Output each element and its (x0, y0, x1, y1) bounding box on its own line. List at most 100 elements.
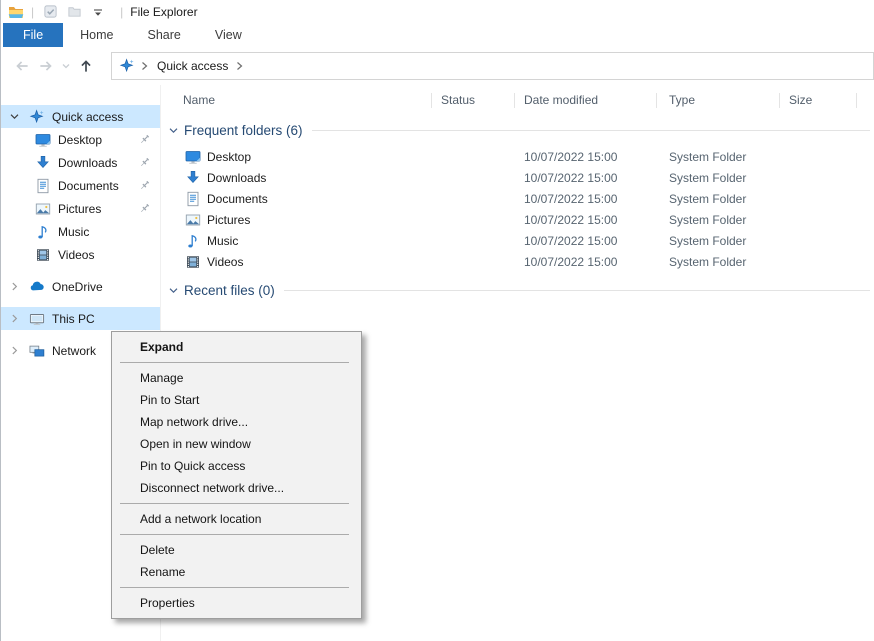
file-size-cell (780, 167, 857, 188)
breadcrumb-segment-quick-access[interactable]: Quick access (155, 59, 230, 73)
column-header-status[interactable]: Status (432, 93, 515, 108)
file-row-downloads[interactable]: Downloads 10/07/2022 15:00System Folder (161, 167, 874, 188)
file-size-cell (780, 209, 857, 230)
menu-separator (120, 534, 349, 535)
menu-separator (120, 362, 349, 363)
context-menu: Expand ManagePin to StartMap network driv… (111, 331, 362, 619)
menu-item-properties[interactable]: Properties (112, 592, 361, 614)
file-size-cell (780, 188, 857, 209)
menu-item-rename[interactable]: Rename (112, 561, 361, 583)
menu-item-pin-to-start[interactable]: Pin to Start (112, 389, 361, 411)
file-type-cell: System Folder (657, 209, 780, 230)
videos-icon (185, 254, 201, 270)
menu-item-delete[interactable]: Delete (112, 539, 361, 561)
file-date-modified-cell: 10/07/2022 15:00 (515, 146, 657, 167)
address-bar[interactable]: Quick access (111, 52, 874, 80)
file-row-videos[interactable]: Videos10/07/2022 15:00System Folder (161, 251, 874, 272)
sidebar-item-label: Network (52, 344, 96, 358)
group-header-label[interactable]: Frequent folders (6) (184, 123, 303, 138)
group-header-label[interactable]: Recent files (0) (184, 283, 275, 298)
chevron-right-icon[interactable] (9, 281, 21, 292)
menu-item-manage[interactable]: Manage (112, 367, 361, 389)
file-date-modified-cell: 10/07/2022 15:00 (515, 230, 657, 251)
menu-item-open-in-new-window[interactable]: Open in new window (112, 433, 361, 455)
file-size-cell (780, 146, 857, 167)
column-header-date-modified[interactable]: Date modified (515, 93, 657, 108)
group-header-rule (284, 290, 870, 291)
group-header-recent-files[interactable]: Recent files (0) (161, 280, 874, 300)
column-header-name[interactable]: Name (161, 93, 432, 108)
documents-icon (35, 178, 51, 194)
file-type-cell: System Folder (657, 167, 780, 188)
file-name-label: Music (207, 234, 238, 248)
file-row-pictures[interactable]: Pictures10/07/2022 15:00System Folder (161, 209, 874, 230)
network-icon (29, 343, 45, 359)
chevron-down-icon[interactable] (9, 111, 21, 122)
file-name-label: Downloads (207, 171, 266, 185)
file-name-label: Documents (207, 192, 268, 206)
new-folder-icon[interactable] (65, 3, 83, 21)
file-type-cell: System Folder (657, 230, 780, 251)
file-date-modified-cell: 10/07/2022 15:00 (515, 167, 657, 188)
music-icon (35, 224, 51, 240)
sidebar-item-downloads[interactable]: Downloads (1, 151, 160, 174)
qat-dropdown-icon[interactable] (89, 3, 107, 21)
chevron-down-icon[interactable] (168, 285, 180, 296)
chevron-right-icon[interactable] (9, 313, 21, 324)
sidebar-item-videos[interactable]: Videos (1, 243, 160, 266)
file-row-desktop[interactable]: Desktop10/07/2022 15:00System Folder (161, 146, 874, 167)
file-row-documents[interactable]: Documents 10/07/2022 15:00System Folder (161, 188, 874, 209)
file-status-cell (432, 146, 515, 167)
sidebar-item-label: OneDrive (52, 280, 103, 294)
group-header-rule (312, 130, 870, 131)
file-type-cell: System Folder (657, 188, 780, 209)
file-size-cell (780, 251, 857, 272)
tab-view[interactable]: View (198, 23, 259, 47)
sidebar-item-onedrive[interactable]: OneDrive (1, 275, 160, 298)
sidebar-item-label: Downloads (58, 156, 117, 170)
chevron-down-icon[interactable] (168, 125, 180, 136)
tab-file[interactable]: File (3, 23, 63, 47)
tab-home[interactable]: Home (63, 23, 130, 47)
column-header-type[interactable]: Type (657, 93, 780, 108)
column-headers: NameStatusDate modifiedTypeSize (161, 85, 874, 115)
menu-item-disconnect-network-drive[interactable]: Disconnect network drive... (112, 477, 361, 499)
column-header-size[interactable]: Size (780, 93, 857, 108)
file-rows: Desktop10/07/2022 15:00System FolderDown… (161, 146, 874, 272)
file-type-cell: System Folder (657, 146, 780, 167)
sidebar-item-this-pc[interactable]: This PC (1, 307, 160, 330)
sidebar-item-quick-access[interactable]: Quick access (1, 105, 160, 128)
menu-item-expand[interactable]: Expand (112, 336, 361, 358)
chevron-right-icon[interactable] (9, 345, 21, 356)
properties-check-icon[interactable] (41, 3, 59, 21)
up-icon[interactable] (75, 55, 97, 77)
pictures-icon (35, 201, 51, 217)
menu-item-map-network-drive[interactable]: Map network drive... (112, 411, 361, 433)
file-status-cell (432, 188, 515, 209)
menu-item-pin-to-quick-access[interactable]: Pin to Quick access (112, 455, 361, 477)
file-date-modified-cell: 10/07/2022 15:00 (515, 188, 657, 209)
sidebar-item-desktop[interactable]: Desktop (1, 128, 160, 151)
window-title: File Explorer (130, 5, 197, 19)
sidebar-item-label: Pictures (58, 202, 101, 216)
file-name-cell: Music (161, 230, 432, 251)
navigation-bar: Quick access (1, 47, 874, 85)
sidebar-item-music[interactable]: Music (1, 220, 160, 243)
tab-share[interactable]: Share (131, 23, 198, 47)
downloads-icon (35, 155, 51, 171)
menu-item-add-a-network-location[interactable]: Add a network location (112, 508, 361, 530)
quick-access-star-icon (29, 109, 45, 125)
file-row-music[interactable]: Music 10/07/2022 15:00System Folder (161, 230, 874, 251)
videos-icon (35, 247, 51, 263)
pin-icon (138, 179, 151, 192)
desktop-icon (185, 149, 201, 165)
this-pc-icon (29, 311, 45, 327)
sidebar-item-documents[interactable]: Documents (1, 174, 160, 197)
breadcrumb-chevron-icon[interactable] (235, 61, 245, 71)
breadcrumb-chevron-icon[interactable] (140, 61, 150, 71)
titlebar-divider: | (31, 5, 34, 19)
file-size-cell (780, 230, 857, 251)
group-header-frequent-folders[interactable]: Frequent folders (6) (161, 120, 874, 140)
file-status-cell (432, 167, 515, 188)
sidebar-item-pictures[interactable]: Pictures (1, 197, 160, 220)
